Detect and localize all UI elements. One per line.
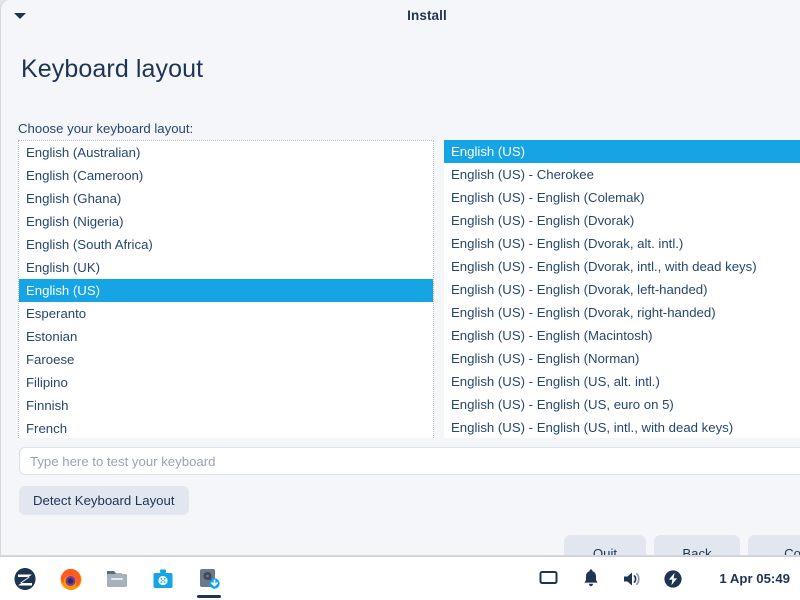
zorin-menu-icon[interactable] bbox=[2, 557, 48, 600]
variant-list-item[interactable]: English (US) bbox=[444, 140, 800, 163]
layout-list-item[interactable]: English (Ghana) bbox=[19, 187, 433, 210]
variant-list-item[interactable]: English (US) - English (US, alt. intl.) bbox=[444, 370, 800, 393]
files-icon[interactable] bbox=[94, 557, 140, 600]
variant-list-item[interactable]: English (US) - English (Colemak) bbox=[444, 186, 800, 209]
layout-list-item[interactable]: Estonian bbox=[19, 325, 433, 348]
layout-list-item[interactable]: French bbox=[19, 417, 433, 438]
layout-list-item[interactable]: Faroese bbox=[19, 348, 433, 371]
variant-list-item[interactable]: English (US) - English (Dvorak, left-han… bbox=[444, 278, 800, 301]
layout-list-item[interactable]: English (Australian) bbox=[19, 141, 433, 164]
quit-button[interactable]: Quit bbox=[564, 535, 646, 555]
variant-list-item[interactable]: English (US) - Cherokee bbox=[444, 163, 800, 186]
bell-icon[interactable] bbox=[573, 557, 609, 600]
bell-glyph bbox=[584, 569, 598, 587]
back-button[interactable]: Back bbox=[654, 535, 740, 555]
layout-list-item[interactable]: Finnish bbox=[19, 394, 433, 417]
display-glyph bbox=[539, 571, 557, 584]
display-icon[interactable] bbox=[530, 557, 566, 600]
layout-list-item[interactable]: Esperanto bbox=[19, 302, 433, 325]
keyboard-variant-list[interactable]: English (US) English (US) - Cherokee Engli… bbox=[444, 140, 800, 438]
volume-icon[interactable] bbox=[614, 557, 650, 600]
variant-list-item[interactable]: English (US) - English (Dvorak, alt. int… bbox=[444, 232, 800, 255]
power-icon[interactable] bbox=[655, 557, 691, 600]
layout-list-item[interactable]: English (South Africa) bbox=[19, 233, 433, 256]
briefcase-glyph bbox=[153, 569, 173, 588]
layout-list-item[interactable]: Filipino bbox=[19, 371, 433, 394]
window-title: Install bbox=[407, 8, 447, 23]
variant-list-item[interactable]: English (US) - English (Dvorak, right-ha… bbox=[444, 301, 800, 324]
installer-icon[interactable] bbox=[186, 557, 232, 600]
volume-glyph bbox=[624, 572, 640, 585]
screen: Install Keyboard layout Choose your keyb… bbox=[0, 0, 800, 600]
software-center-icon[interactable] bbox=[140, 557, 186, 600]
layout-list-item[interactable]: English (US) bbox=[19, 279, 433, 302]
power-glyph bbox=[664, 569, 682, 588]
taskbar: 1 Apr 05:49 bbox=[0, 556, 800, 600]
continue-button[interactable]: Cont bbox=[748, 535, 800, 555]
variant-list-item[interactable]: English (US) - English (Macintosh) bbox=[444, 324, 800, 347]
variant-list-item[interactable]: English (US) - English (Norman) bbox=[444, 347, 800, 370]
clock[interactable]: 1 Apr 05:49 bbox=[719, 557, 790, 600]
page-title: Keyboard layout bbox=[21, 55, 204, 83]
disk-install-glyph bbox=[200, 568, 220, 589]
variant-list-item[interactable]: English (US) - English (Dvorak, intl., w… bbox=[444, 255, 800, 278]
layout-list-item[interactable]: English (Nigeria) bbox=[19, 210, 433, 233]
window-titlebar: Install bbox=[1, 0, 800, 34]
keyboard-test-input[interactable] bbox=[19, 447, 800, 475]
layout-list-item[interactable]: English (UK) bbox=[19, 256, 433, 279]
firefox-glyph bbox=[60, 568, 82, 590]
layout-list-item[interactable]: English (Cameroon) bbox=[19, 164, 433, 187]
choose-layout-label: Choose your keyboard layout: bbox=[18, 121, 194, 136]
variant-list-item[interactable]: English (US) - English (US, euro on 5) bbox=[444, 393, 800, 416]
folder-glyph bbox=[107, 570, 127, 587]
variant-list-item[interactable]: English (US) - English (US, intl., with … bbox=[444, 416, 800, 438]
keyboard-layout-list[interactable]: English (Australian) English (Cameroon) En… bbox=[18, 140, 434, 438]
installer-window: Install Keyboard layout Choose your keyb… bbox=[0, 0, 800, 556]
detect-keyboard-layout-button[interactable]: Detect Keyboard Layout bbox=[19, 486, 189, 515]
zorin-menu-glyph bbox=[14, 567, 36, 590]
firefox-icon[interactable] bbox=[48, 557, 94, 600]
variant-list-item[interactable]: English (US) - English (Dvorak) bbox=[444, 209, 800, 232]
